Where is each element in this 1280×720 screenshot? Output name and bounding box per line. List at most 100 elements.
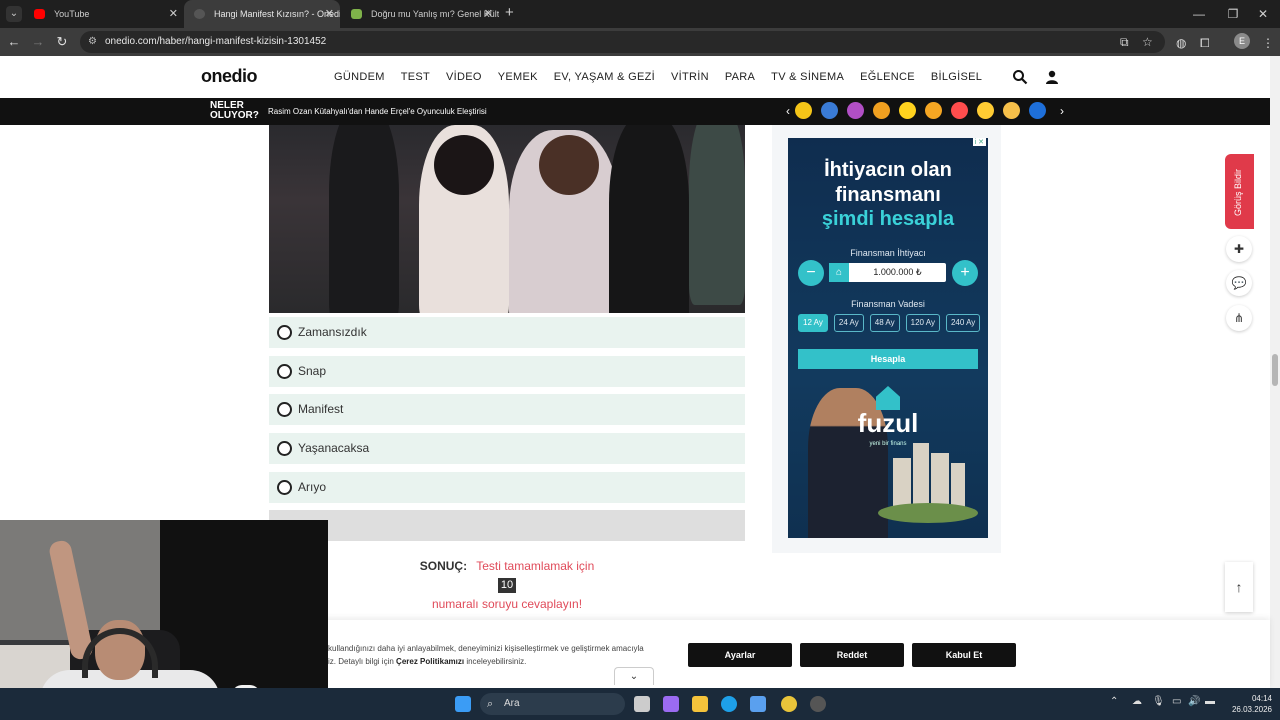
onedio-logo[interactable]: onedio [201,66,258,87]
feedback-button[interactable]: Görüş Bildir [1225,154,1254,229]
bookmark-star-icon[interactable]: ☆ [1142,35,1153,49]
close-icon[interactable]: ✕ [484,0,493,28]
answer-option[interactable]: Snap [269,356,745,387]
cookie-reject-button[interactable]: Reddet [800,643,904,667]
amount-field[interactable]: ⌂ 1.000.000 ₺ [829,263,946,282]
answer-option[interactable]: Arıyo [269,472,745,503]
edge-icon[interactable] [721,696,737,712]
windows-start-icon[interactable] [455,696,471,712]
minimize-icon[interactable]: — [1182,0,1216,28]
window-close-icon[interactable]: ✕ [1246,0,1280,28]
ticker-headline[interactable]: Rasim Ozan Kütahyalı'dan Hande Erçel'e O… [268,98,487,125]
bookmark-add-icon[interactable]: ✚ [1226,236,1252,262]
nav-yemek[interactable]: YEMEK [498,56,538,98]
term-option[interactable]: 240 Ay [945,314,981,332]
onedrive-icon[interactable]: ☁ [1132,696,1142,707]
radio-button[interactable] [277,364,292,379]
reaction-icon[interactable] [1003,102,1020,119]
hesapla-button[interactable]: Hesapla [798,349,978,369]
answer-option[interactable]: Manifest [269,394,745,425]
term-option[interactable]: 24 Ay [833,314,864,332]
battery-icon[interactable]: ▬ [1205,696,1215,707]
fuzul-ad-banner[interactable]: i ✕ İhtiyacın olan finansmanı şimdi hesa… [788,138,988,538]
nav-video[interactable]: VİDEO [446,56,482,98]
file-explorer-icon[interactable] [692,696,708,712]
extension-icon[interactable]: ◍ [1176,36,1186,50]
radio-button[interactable] [277,441,292,456]
adchoices-icon[interactable]: i ✕ [972,138,986,146]
forward-icon[interactable]: → [26,28,50,56]
answer-option[interactable]: Yaşanacaksa [269,433,745,464]
back-icon[interactable]: ← [2,28,26,56]
tab-onedio[interactable]: Hangi Manifest Kızısın? - Onedio ✕ [184,0,340,28]
share-icon[interactable]: ⋔ [1226,305,1252,331]
nav-vitrin[interactable]: VİTRİN [671,56,709,98]
reaction-icon[interactable] [951,102,968,119]
nav-bilgisel[interactable]: BİLGİSEL [931,56,982,98]
nav-tv-sinema[interactable]: TV & SİNEMA [771,56,844,98]
tab-youtube[interactable]: YouTube ✕ [24,0,184,28]
radio-button[interactable] [277,402,292,417]
browser-menu-icon[interactable]: ⋮ [1262,36,1274,50]
radio-button[interactable] [277,480,292,495]
reaction-icon[interactable] [821,102,838,119]
install-app-icon[interactable]: ⧉ [1120,35,1129,50]
system-clock[interactable]: 04:14 26.03.2026 [1222,693,1272,715]
reaction-icon[interactable] [977,102,994,119]
question-number-badge[interactable]: 10 [497,578,517,593]
scrollbar-thumb[interactable] [1272,354,1278,386]
decrease-amount-button[interactable]: − [798,260,824,286]
reaction-icon[interactable] [795,102,812,119]
term-option[interactable]: 48 Ay [869,314,900,332]
tab-quiz[interactable]: Doğru mu Yanlış mı? Genel Kültü... ✕ [341,0,499,28]
nav-ev-yasam-gezi[interactable]: EV, YAŞAM & GEZİ [554,56,655,98]
cookie-settings-button[interactable]: Ayarlar [688,643,792,667]
nav-test[interactable]: TEST [401,56,430,98]
increase-amount-button[interactable]: + [952,260,978,286]
close-icon[interactable]: ✕ [169,0,178,28]
chrome-icon[interactable] [781,696,797,712]
app-icon[interactable] [810,696,826,712]
reaction-icon[interactable] [899,102,916,119]
reaction-icon[interactable] [847,102,864,119]
network-icon[interactable]: ▭ [1172,696,1181,707]
restore-icon[interactable]: ❐ [1216,0,1250,28]
radio-button[interactable] [277,325,292,340]
task-view-icon[interactable] [634,696,650,712]
cookie-policy-link[interactable]: Çerez Politikamızı [396,657,464,666]
search-icon[interactable] [1012,69,1028,85]
volume-icon[interactable]: 🔊 [1188,696,1200,707]
answer-option-hovered[interactable] [269,510,745,541]
taskbar-search[interactable]: ⌕ Ara [480,693,625,715]
microphone-icon[interactable]: 🎙 [1152,696,1165,707]
term-option[interactable]: 12 Ay [798,314,828,332]
chevron-right-icon[interactable]: › [1055,104,1069,118]
reload-icon[interactable]: ↻ [50,28,74,56]
address-bar[interactable]: ⚙ onedio.com/haber/hangi-manifest-kizisi… [80,31,1165,53]
term-option[interactable]: 120 Ay [905,314,940,332]
scroll-to-top-button[interactable]: ↑ [1225,562,1253,612]
chevron-left-icon[interactable]: ‹ [781,104,795,118]
photo-figure [329,125,399,313]
new-tab-button[interactable]: + [505,4,514,21]
chevron-down-icon[interactable]: ⌄ [614,667,654,685]
reaction-icon[interactable] [1029,102,1046,119]
reaction-icon[interactable] [925,102,942,119]
extensions-puzzle-icon[interactable]: ⧠ [1200,36,1210,51]
copilot-icon[interactable] [663,696,679,712]
page-scrollbar[interactable] [1270,56,1280,688]
profile-avatar[interactable]: E [1234,33,1250,49]
cookie-accept-button[interactable]: Kabul Et [912,643,1016,667]
chevron-up-icon[interactable]: ⌃ [1110,696,1118,707]
tab-search-button[interactable]: ⌄ [6,6,22,22]
comments-icon[interactable]: 💬 [1226,270,1252,296]
store-icon[interactable] [750,696,766,712]
user-icon[interactable] [1044,69,1060,85]
nav-eglence[interactable]: EĞLENCE [860,56,915,98]
site-info-icon[interactable]: ⚙ [88,35,100,49]
nav-para[interactable]: PARA [725,56,755,98]
nav-gundem[interactable]: GÜNDEM [334,56,385,98]
close-icon[interactable]: ✕ [325,0,334,28]
answer-option[interactable]: Zamansızdık [269,317,745,348]
reaction-icon[interactable] [873,102,890,119]
